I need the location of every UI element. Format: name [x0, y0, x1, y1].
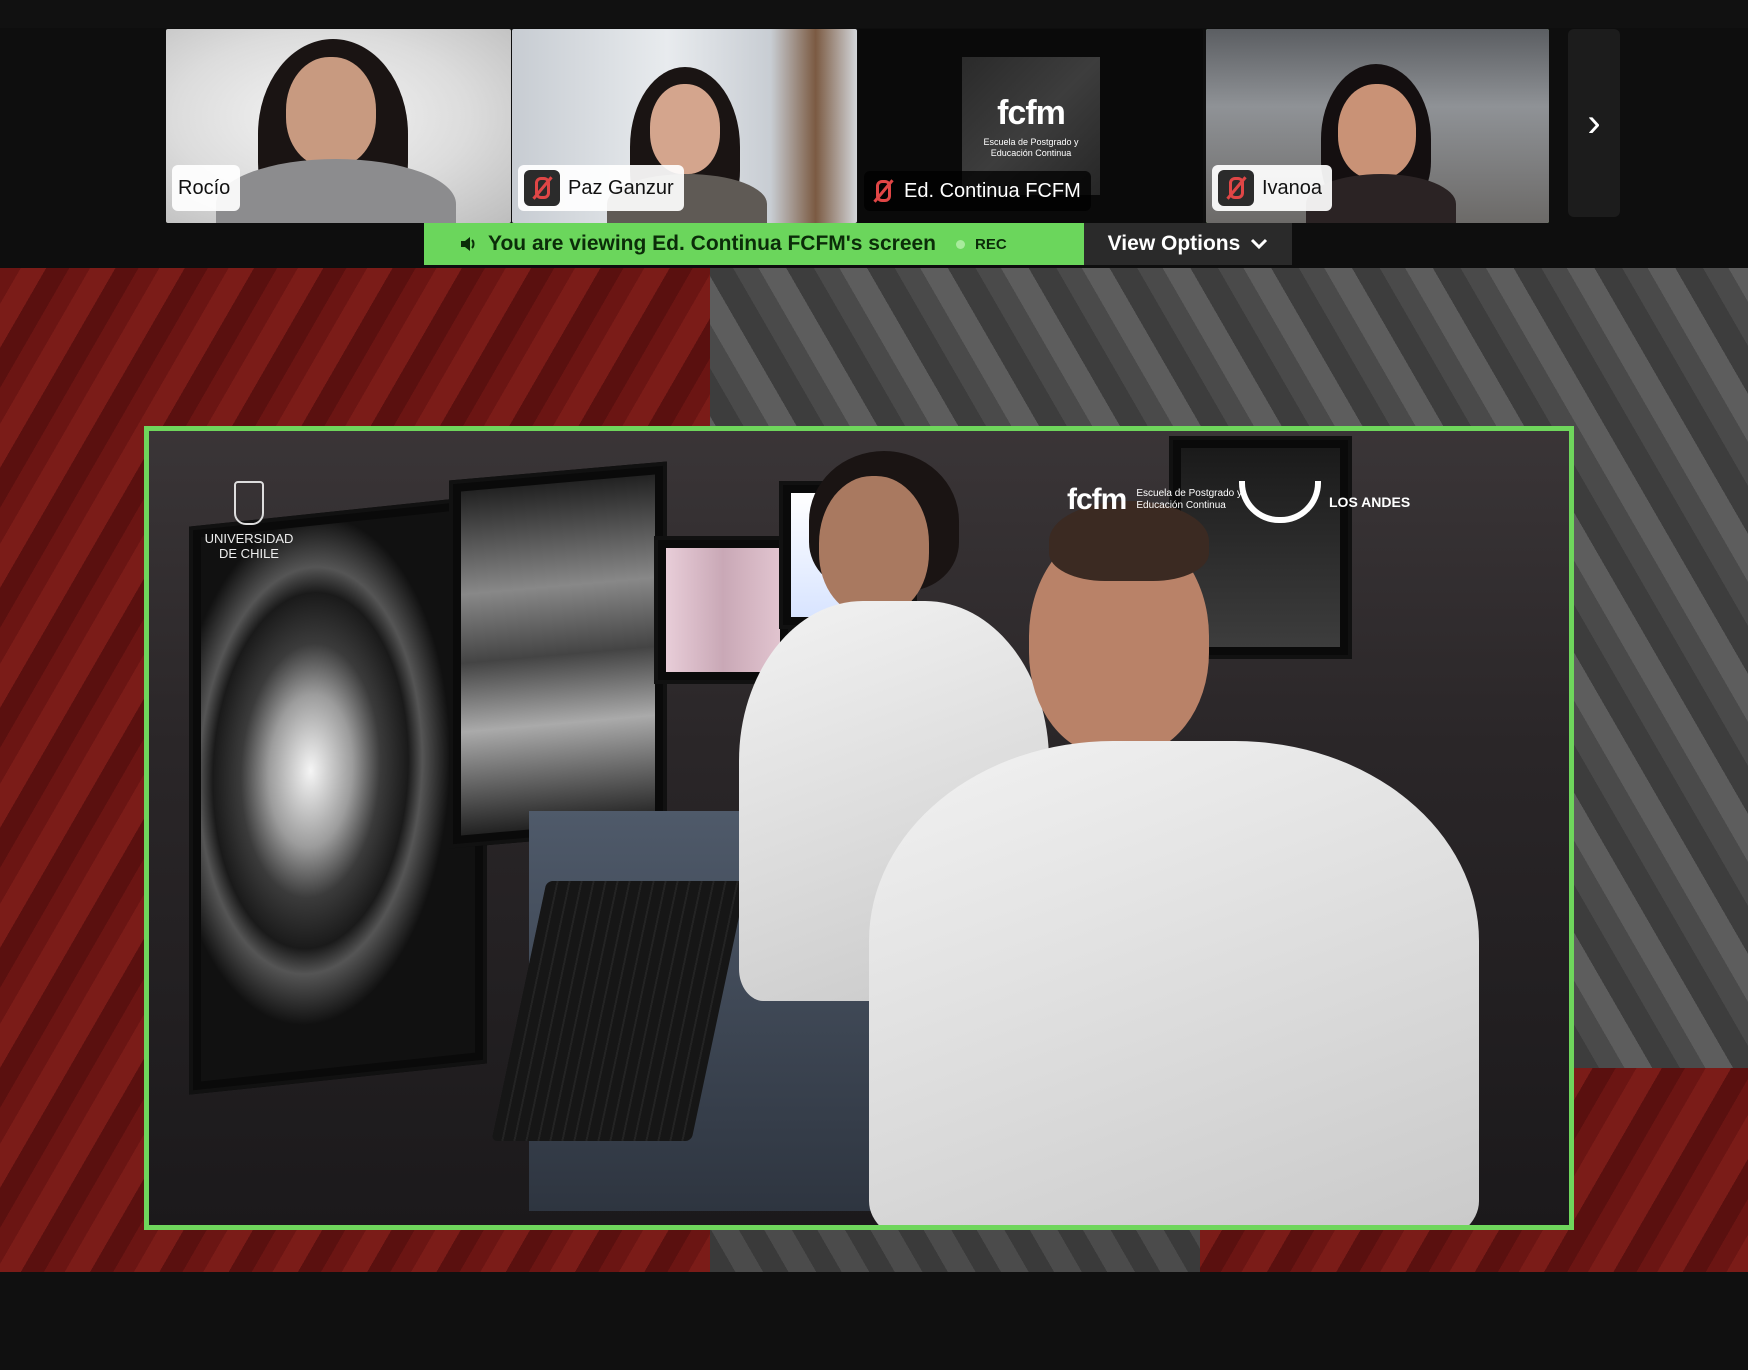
los-andes-logo: LOS ANDES [1239, 481, 1410, 523]
participant-name: Rocío [178, 176, 231, 199]
los-andes-mark-icon [1239, 481, 1321, 523]
screen-share-text: You are viewing Ed. Continua FCFM's scre… [488, 232, 937, 255]
participant-tile-ed-continua-fcfm[interactable]: fcfm Escuela de Postgrado y Educación Co… [858, 29, 1203, 223]
woman-face [819, 476, 929, 616]
participant-name-tag: Ed. Continua FCFM [864, 171, 1091, 211]
view-options-label: View Options [1107, 232, 1241, 255]
person-face [650, 84, 720, 174]
uchile-crest-icon [234, 481, 264, 525]
monitor-ct-scan [189, 495, 487, 1095]
monitor-coronal-scan [449, 461, 667, 849]
chevron-down-icon [1251, 238, 1268, 250]
chevron-right-icon: › [1587, 100, 1601, 145]
participant-tile-paz-ganzur[interactable]: Paz Ganzur [512, 29, 857, 223]
participant-tile-ivanoa[interactable]: Ivanoa [1206, 29, 1549, 223]
coronal-scan-image [461, 474, 655, 836]
participant-name: Ed. Continua FCFM [904, 179, 1081, 202]
bottom-bar [0, 1272, 1748, 1370]
man-coat [869, 741, 1479, 1225]
rec-dot-icon [956, 239, 966, 249]
screen-share-banner: You are viewing Ed. Continua FCFM's scre… [424, 223, 1084, 265]
participant-name-tag: Paz Ganzur [518, 165, 684, 211]
recording-label: REC [975, 235, 1007, 253]
participant-name: Ivanoa [1262, 176, 1323, 199]
fcfm-brand-logo: fcfm Escuela de Postgrado y Educación Co… [1067, 483, 1242, 516]
uchile-logo: UNIVERSIDAD DE CHILE [204, 481, 294, 561]
person-face [286, 57, 376, 167]
shared-video-frame[interactable]: UNIVERSIDAD DE CHILE fcfm Escuela de Pos… [144, 426, 1574, 1230]
participant-name: Paz Ganzur [568, 176, 674, 199]
pink-scan-image [666, 548, 780, 672]
ct-scan-image [201, 508, 475, 1082]
view-options-button[interactable]: View Options [1084, 223, 1292, 265]
muted-mic-icon [524, 170, 560, 206]
participant-tile-rocio[interactable]: Rocío [166, 29, 511, 223]
participant-name-tag: Rocío [172, 165, 241, 211]
person-face [1338, 84, 1416, 179]
speaker-icon [461, 237, 475, 251]
next-page-button[interactable]: › [1568, 29, 1620, 217]
muted-mic-icon [1218, 170, 1254, 206]
top-bar [0, 0, 1748, 28]
participant-name-tag: Ivanoa [1212, 165, 1333, 211]
muted-mic-icon [870, 173, 896, 209]
